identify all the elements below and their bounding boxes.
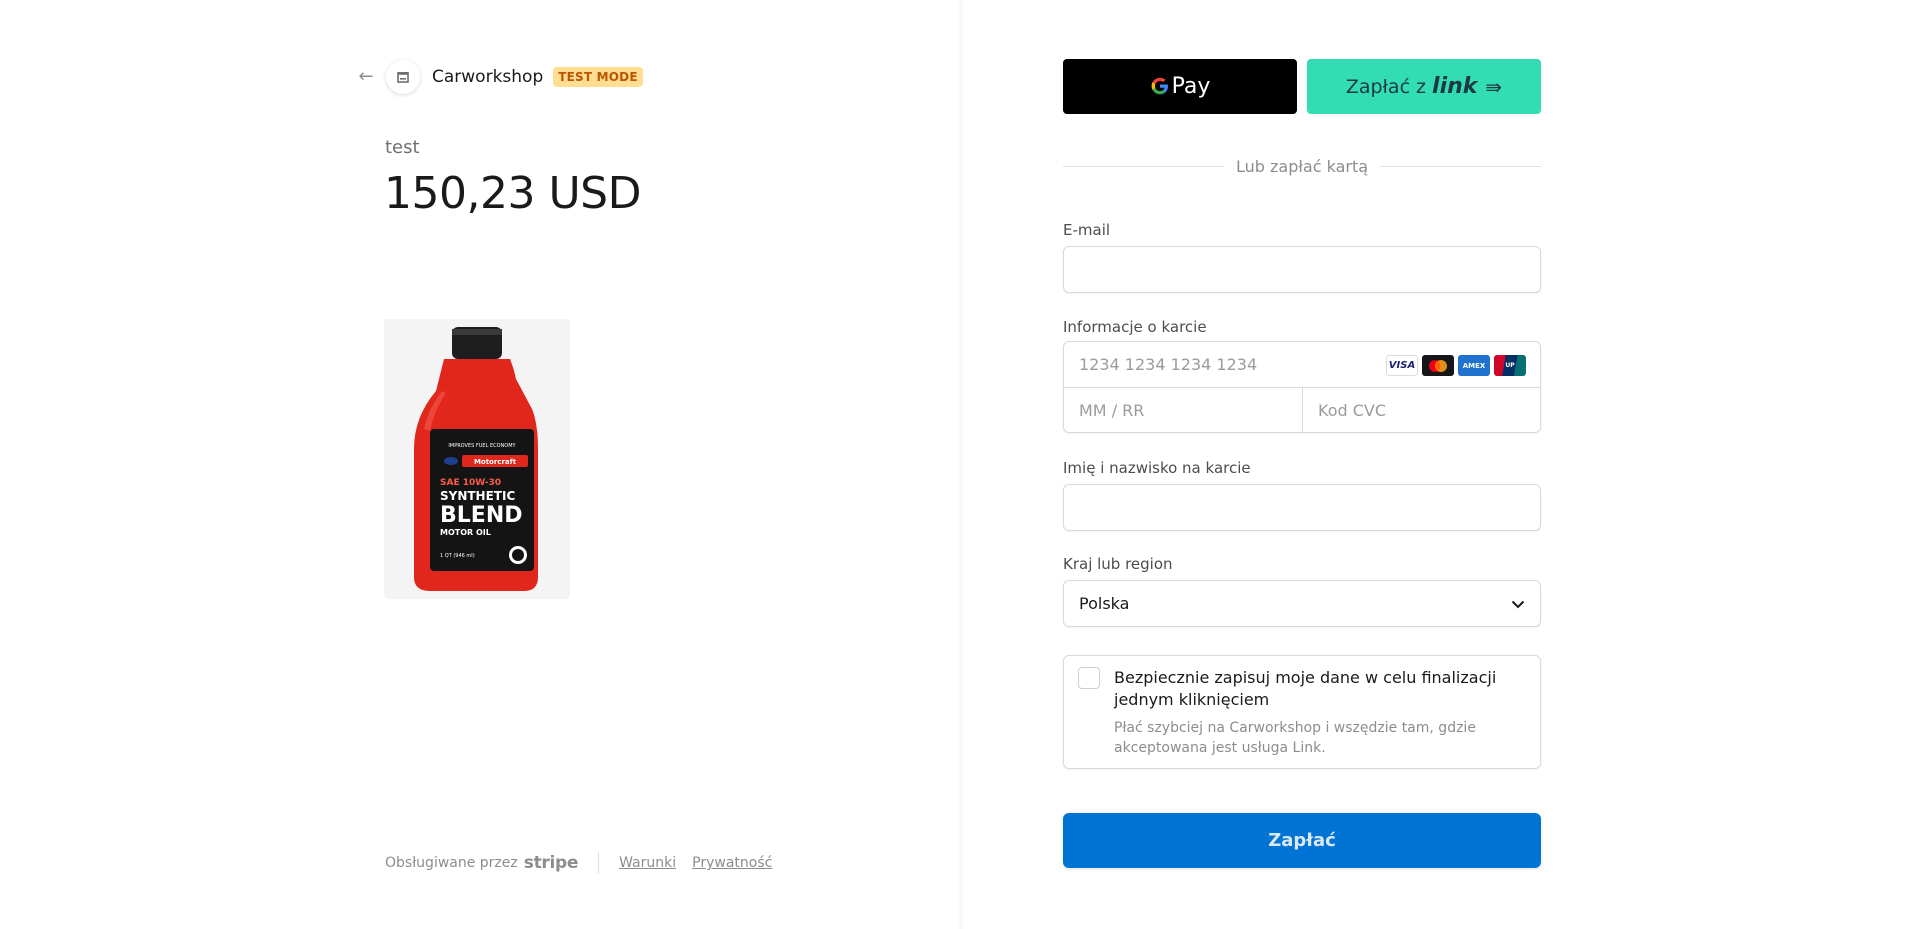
stripe-logo[interactable]: stripe	[524, 853, 579, 873]
country-select[interactable]: Polska	[1063, 580, 1541, 627]
terms-link[interactable]: Warunki	[619, 855, 676, 871]
link-pay-prefix: Zapłać z	[1345, 75, 1427, 98]
unionpay-icon: UP	[1494, 355, 1526, 376]
country-value: Polska	[1079, 594, 1130, 613]
arrow-right-icon: ⇛	[1485, 74, 1503, 99]
card-number-placeholder: 1234 1234 1234 1234	[1079, 355, 1258, 374]
product-label: test	[385, 137, 420, 158]
store-icon	[386, 60, 420, 94]
merchant-name: Carworkshop	[432, 67, 544, 87]
card-info-group: 1234 1234 1234 1234 VISA AMEX UP MM / RR…	[1063, 341, 1541, 433]
cvc-field[interactable]: Kod CVC	[1303, 388, 1541, 433]
product-image-line3: BLEND	[440, 503, 523, 528]
cardholder-name-field[interactable]	[1063, 484, 1541, 531]
powered-by-text: Obsługiwane przez	[385, 855, 518, 871]
product-image-line1: SAE 10W-30	[440, 478, 501, 488]
amex-icon: AMEX	[1458, 355, 1490, 376]
product-price: 150,23 USD	[384, 168, 641, 219]
or-divider: Lub zapłać kartą	[1063, 154, 1541, 178]
product-image-line2: SYNTHETIC	[440, 489, 515, 503]
product-image: IMPROVES FUEL ECONOMY Motorcraft SAE 10W…	[384, 319, 570, 599]
merchant-header: ← Carworkshop TEST MODE	[356, 60, 643, 94]
product-image-volume: 1 QT (946 ml)	[440, 553, 475, 559]
pay-button[interactable]: Zapłać	[1063, 813, 1541, 868]
save-info-subtitle: Płać szybciej na Carworkshop i wszędzie …	[1114, 720, 1476, 756]
google-g-icon	[1150, 74, 1170, 99]
save-info-box: Bezpiecznie zapisuj moje dane w celu fin…	[1063, 655, 1541, 769]
email-field[interactable]	[1063, 246, 1541, 293]
expiry-placeholder: MM / RR	[1079, 401, 1145, 420]
product-image-line4: MOTOR OIL	[440, 528, 491, 537]
checkout-footer: Obsługiwane przez stripe Warunki Prywatn…	[385, 852, 788, 874]
product-image-brand: Motorcraft	[474, 458, 517, 466]
card-info-label: Informacje o karcie	[1063, 318, 1207, 336]
email-label: E-mail	[1063, 221, 1111, 239]
expiry-field[interactable]: MM / RR	[1064, 388, 1303, 433]
privacy-link[interactable]: Prywatność	[692, 855, 772, 871]
link-logo: link	[1432, 74, 1478, 99]
product-image-top-text: IMPROVES FUEL ECONOMY	[448, 443, 516, 449]
link-pay-button[interactable]: Zapłać z link ⇛	[1307, 59, 1541, 114]
chevron-down-icon	[1511, 594, 1525, 613]
visa-icon: VISA	[1386, 355, 1418, 376]
google-pay-label: Pay	[1171, 74, 1211, 99]
order-summary-panel: ← Carworkshop TEST MODE test 150,23 USD …	[0, 0, 963, 929]
mastercard-icon	[1422, 355, 1454, 376]
save-info-title: Bezpiecznie zapisuj moje dane w celu fin…	[1114, 668, 1497, 709]
card-brands: VISA AMEX UP	[1386, 355, 1526, 376]
google-pay-button[interactable]: Pay	[1063, 59, 1297, 114]
footer-divider	[598, 852, 600, 874]
save-info-checkbox[interactable]	[1078, 667, 1100, 689]
cardholder-name-label: Imię i nazwisko na karcie	[1063, 459, 1251, 477]
country-label: Kraj lub region	[1063, 555, 1173, 573]
test-mode-badge: TEST MODE	[553, 67, 643, 87]
cvc-placeholder: Kod CVC	[1318, 401, 1387, 420]
back-arrow-icon[interactable]: ←	[356, 67, 376, 87]
or-divider-text: Lub zapłać kartą	[1235, 156, 1369, 176]
